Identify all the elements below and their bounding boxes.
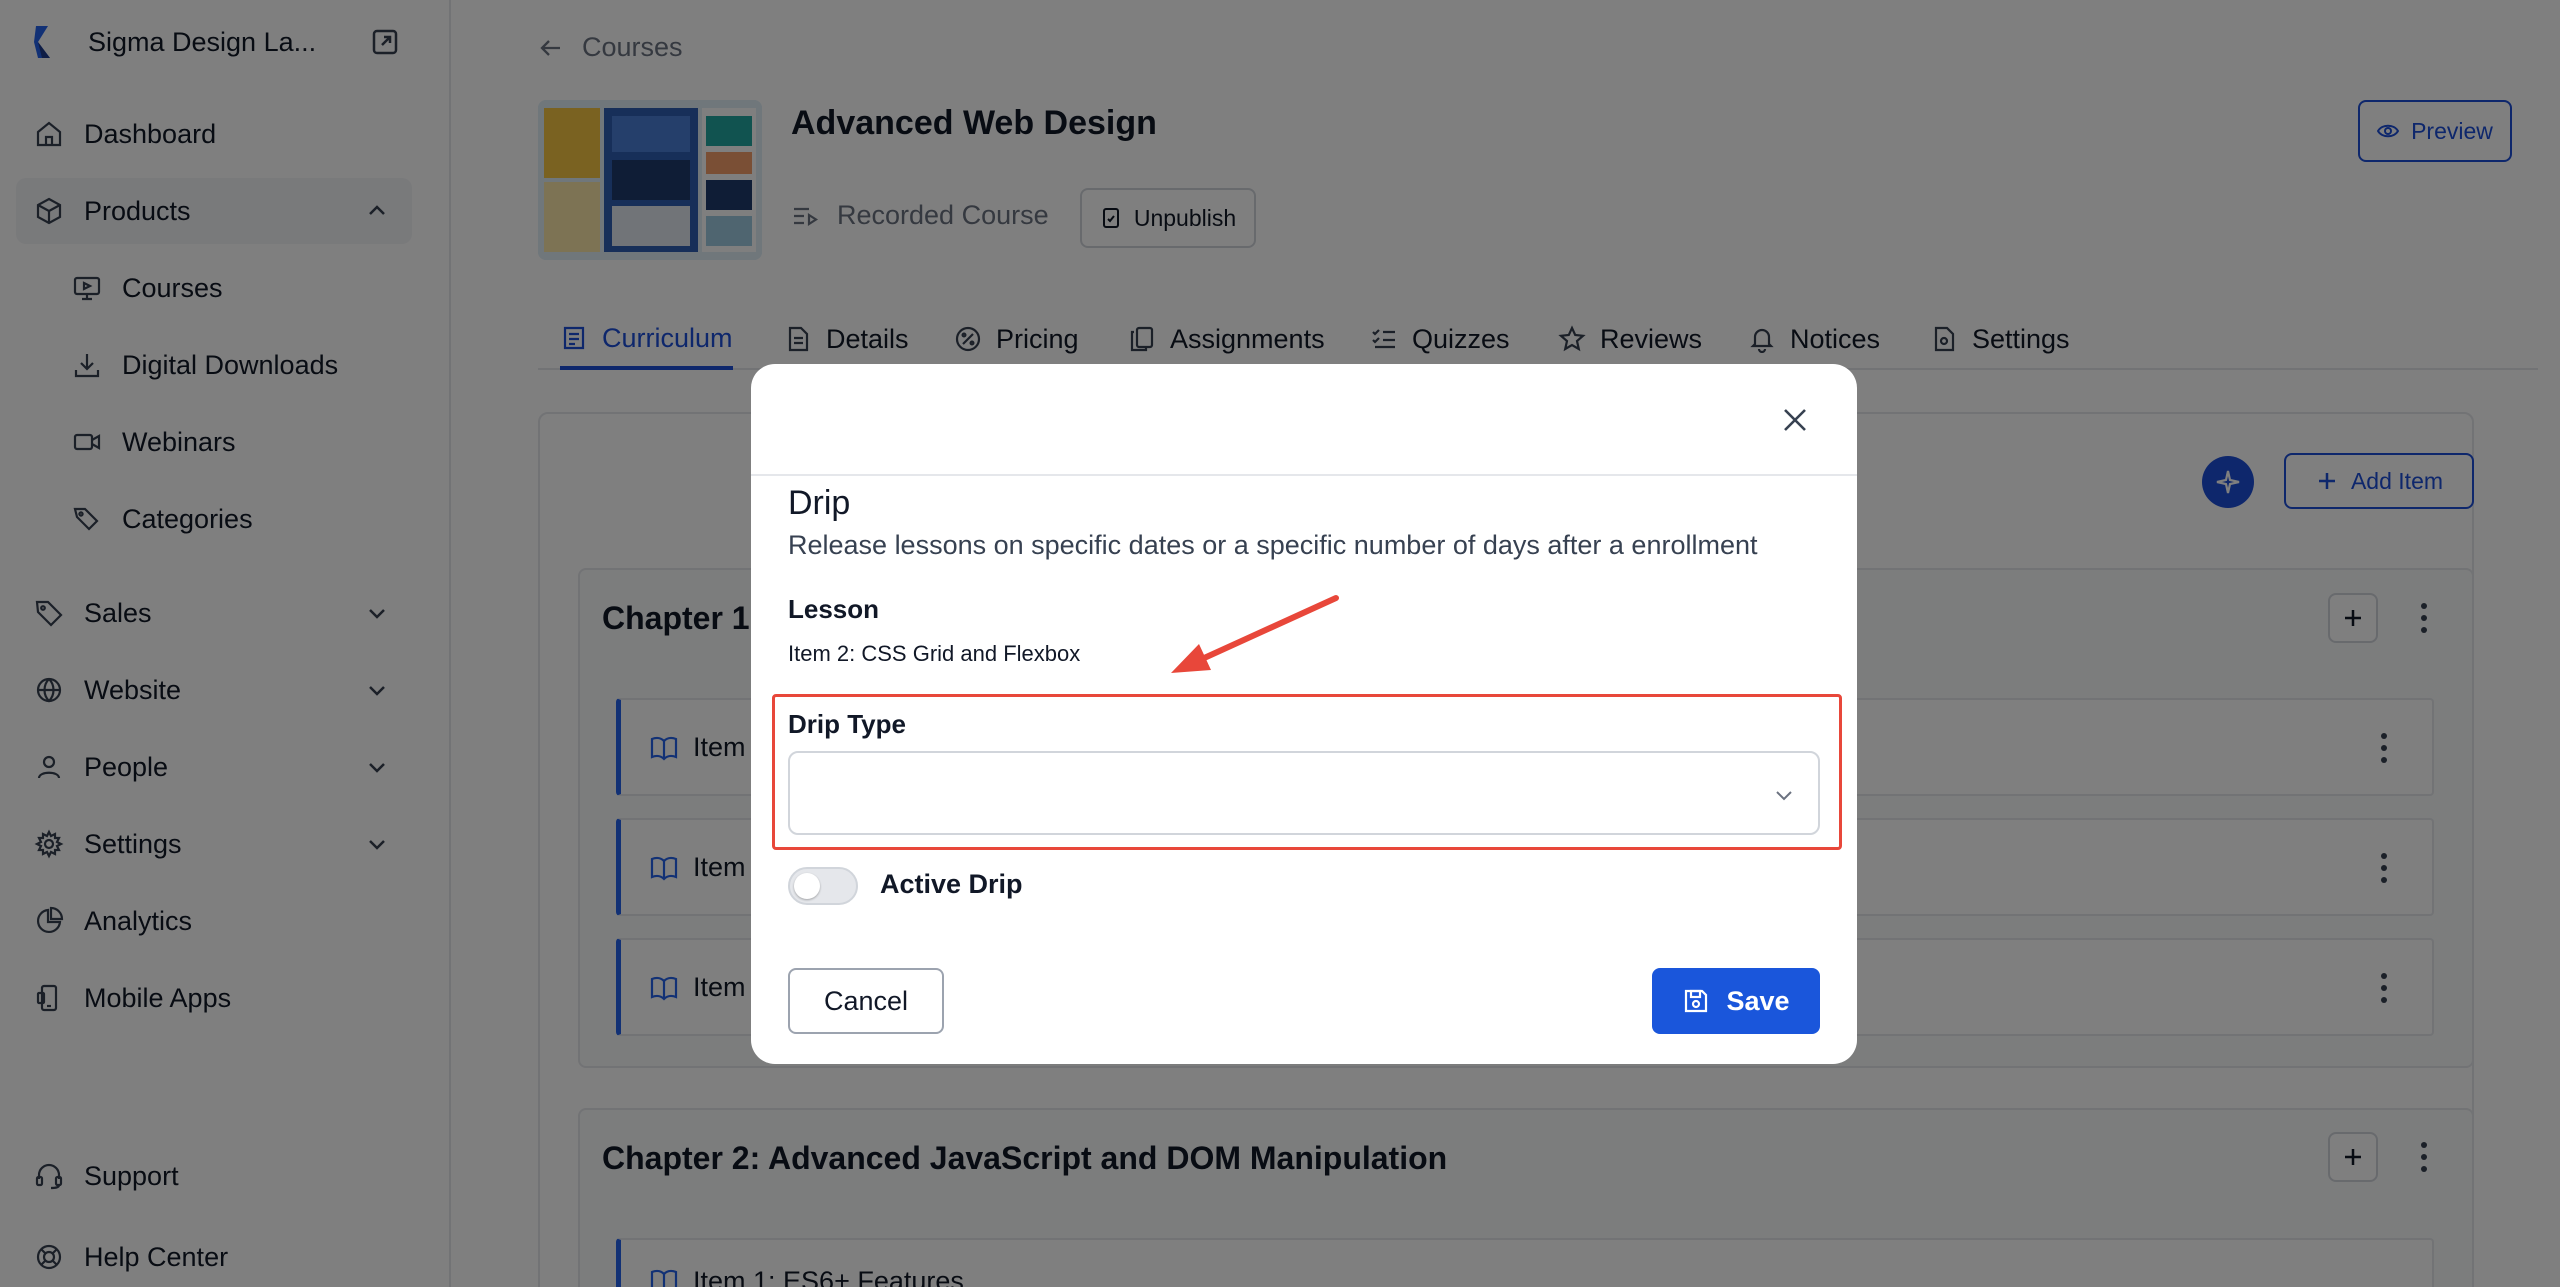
lesson-label: Lesson: [788, 594, 880, 624]
modal-divider: [751, 474, 1857, 476]
save-icon: [1685, 989, 1708, 1013]
save-label: Save: [1726, 985, 1790, 1016]
modal-description: Release lessons on specific dates or a s…: [788, 530, 1758, 560]
modal-title: Drip: [788, 484, 851, 522]
close-icon[interactable]: [1779, 404, 1811, 436]
toggle-knob: [794, 873, 820, 899]
drip-type-select[interactable]: [788, 751, 1820, 835]
drip-type-label: Drip Type: [788, 709, 906, 739]
cancel-button[interactable]: Cancel: [788, 968, 944, 1034]
drip-modal: Drip Release lessons on specific dates o…: [751, 364, 1857, 1064]
chevron-down-icon: [1776, 791, 1792, 801]
active-drip-toggle[interactable]: [788, 867, 858, 905]
save-button[interactable]: Save: [1652, 968, 1820, 1034]
lesson-value: Item 2: CSS Grid and Flexbox: [788, 641, 1081, 666]
active-drip-label: Active Drip: [880, 869, 1023, 899]
cancel-label: Cancel: [823, 985, 909, 1016]
